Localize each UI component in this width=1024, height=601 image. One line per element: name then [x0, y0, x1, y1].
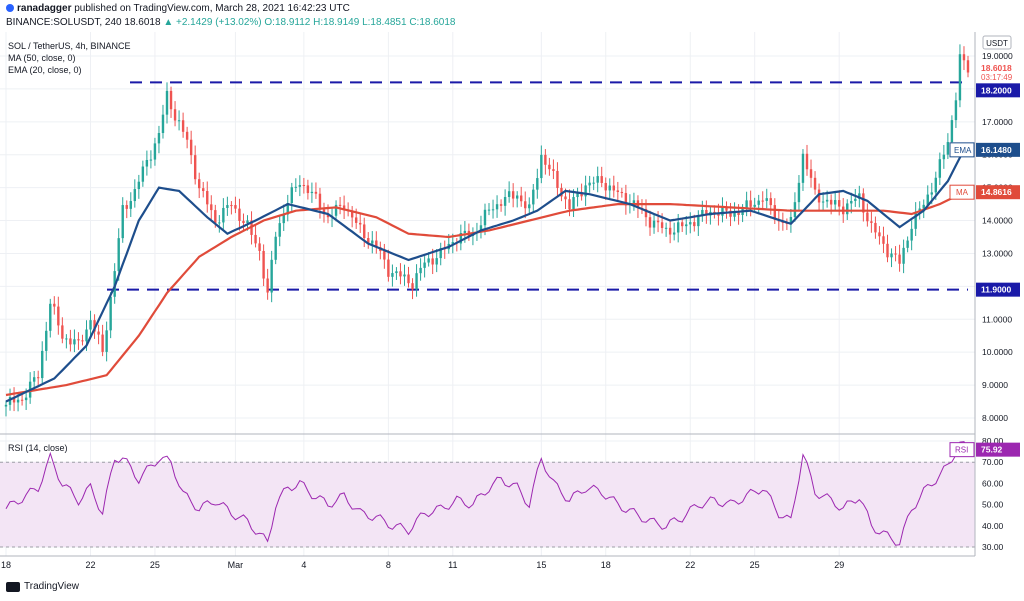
rsi-tick-label: 70.00 [982, 457, 1004, 467]
time-tick-label: 4 [301, 560, 306, 570]
ma-tag-label: MA [956, 188, 969, 197]
time-tick-label: 15 [536, 560, 546, 570]
rsi-tick-label: 50.00 [982, 500, 1004, 510]
time-tick-label: Mar [228, 560, 244, 570]
ema-tag-label: EMA [954, 146, 972, 155]
ema-legend: EMA (20, close, 0) [8, 65, 82, 75]
price-tick-label: 17.0000 [982, 117, 1013, 127]
rsi-tick-label: 30.00 [982, 542, 1004, 552]
ema-value-tag: 16.1480 [981, 145, 1012, 155]
footer-brand-text: TradingView [24, 581, 80, 592]
ma-value-tag: 14.8616 [981, 187, 1012, 197]
time-tick-label: 22 [86, 560, 96, 570]
time-tick-label: 18 [601, 560, 611, 570]
time-tick-label: 25 [150, 560, 160, 570]
rsi-tag-label: RSI [955, 446, 968, 455]
price-tick-label: 8.0000 [982, 413, 1008, 423]
ma-legend: MA (50, close, 0) [8, 53, 76, 63]
level-tag-0: 18.2000 [981, 85, 1012, 95]
time-tick-label: 22 [685, 560, 695, 570]
price-tick-label: 19.0000 [982, 51, 1013, 61]
price-tick-label: 9.0000 [982, 380, 1008, 390]
bar-countdown: 03:17:49 [981, 73, 1013, 82]
time-tick-label: 29 [834, 560, 844, 570]
currency-label: USDT [986, 39, 1008, 48]
time-tick-label: 8 [386, 560, 391, 570]
rsi-value-tag: 75.92 [981, 445, 1003, 455]
time-tick-label: 11 [448, 560, 457, 570]
time-tick-label: 25 [750, 560, 760, 570]
footer-brand[interactable]: TradingView [6, 581, 79, 592]
price-tick-label: 13.0000 [982, 248, 1013, 258]
price-tick-label: 10.0000 [982, 347, 1013, 357]
price-chart[interactable]: 19.000018.000017.000016.000015.000014.00… [0, 0, 1024, 580]
tradingview-logo-icon [6, 581, 20, 592]
rsi-band [0, 462, 975, 547]
last-price-tag: 18.6018 [981, 63, 1012, 73]
time-tick-label: 18 [1, 560, 11, 570]
rsi-tick-label: 60.00 [982, 478, 1004, 488]
chart-legend-title: SOL / TetherUS, 4h, BINANCE [8, 41, 131, 51]
rsi-tick-label: 40.00 [982, 521, 1004, 531]
rsi-legend: RSI (14, close) [8, 443, 68, 453]
level-tag-1: 11.9000 [981, 285, 1012, 295]
price-tick-label: 11.0000 [982, 314, 1012, 324]
price-tick-label: 14.0000 [982, 216, 1013, 226]
